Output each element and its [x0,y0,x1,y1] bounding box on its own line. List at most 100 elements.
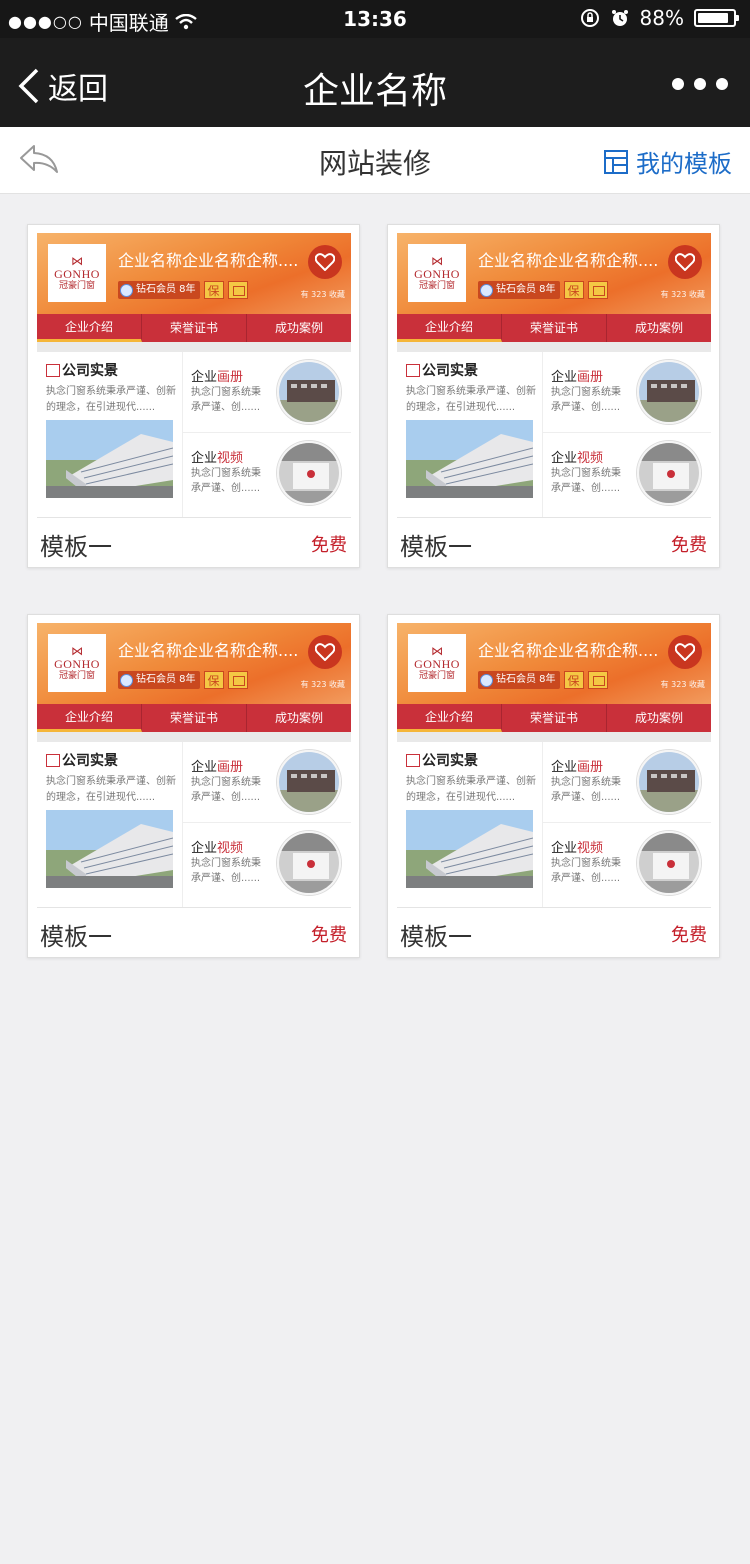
diamond-icon [480,673,493,687]
template-price: 免费 [671,925,707,946]
template-card[interactable]: ⋈ GONHO 冠豪门窗 企业名称企业名称企称.... 钻石会员 8年 保 有 … [387,614,720,958]
preview-tab: 企业介绍 [37,314,142,342]
nav-bar: 返回 企业名称 [0,38,750,127]
favorite-count: 有 323 收藏 [300,680,345,689]
building-icon [406,753,420,767]
toolbar: 网站装修 我的模板 [0,127,750,194]
preview-tab: 荣誉证书 [142,314,247,342]
guarantee-badge: 保 [203,671,224,689]
company-photos-section: 公司实景 执念门窗系统秉承严谨、创新的理念，在引进现代...... [397,352,542,517]
template-name: 模板一 [400,533,472,561]
album-section: 企业画册 执念门窗系统秉承严谨、创...... [183,352,351,432]
favorite-button [668,245,702,279]
company-name: 企业名称企业名称企称.... [118,641,298,660]
company-logo: ⋈ GONHO 冠豪门窗 [408,634,466,692]
favorite-count: 有 323 收藏 [300,290,345,299]
video-section: 企业视频 执念门窗系统秉承严谨、创...... [183,432,351,512]
preview-banner: ⋈ GONHO 冠豪门窗 企业名称企业名称企称.... 钻石会员 8年 保 有 … [37,233,351,314]
factory-photo [46,420,173,498]
preview-tab: 企业介绍 [37,704,142,732]
preview-banner: ⋈ GONHO 冠豪门窗 企业名称企业名称企称.... 钻石会员 8年 保 有 … [397,623,711,704]
building-icon [46,753,60,767]
favorite-count: 有 323 收藏 [660,680,705,689]
template-preview: ⋈ GONHO 冠豪门窗 企业名称企业名称企称.... 钻石会员 8年 保 有 … [37,623,351,907]
preview-tab: 成功案例 [274,711,323,725]
company-photos-section: 公司实景 执念门窗系统秉承严谨、创新的理念，在引进现代...... [397,742,542,907]
certificate-icon [587,281,608,299]
template-name: 模板一 [400,923,472,951]
member-badge: 钻石会员 8年 [478,671,560,689]
album-photo [637,360,701,424]
favorite-count: 有 323 收藏 [660,290,705,299]
favorite-button [668,635,702,669]
company-logo: ⋈ GONHO 冠豪门窗 [48,244,106,302]
album-photo [277,750,341,814]
member-badge: 钻石会员 8年 [478,281,560,299]
preview-tabs: 企业介绍 荣誉证书 成功案例 [37,704,351,732]
building-icon [406,363,420,377]
template-name: 模板一 [40,923,112,951]
heart-icon [675,643,695,661]
template-name: 模板一 [40,533,112,561]
template-preview: ⋈ GONHO 冠豪门窗 企业名称企业名称企称.... 钻石会员 8年 保 有 … [397,623,711,907]
heart-icon [675,253,695,271]
template-price: 免费 [311,925,347,946]
diamond-icon [120,673,133,687]
video-thumbnail [637,831,701,895]
preview-tab: 荣誉证书 [502,704,607,732]
preview-tabs: 企业介绍 荣誉证书 成功案例 [37,314,351,342]
company-logo: ⋈ GONHO 冠豪门窗 [48,634,106,692]
certificate-icon [227,671,248,689]
my-templates-label: 我的模板 [636,150,732,178]
diamond-icon [120,283,133,297]
preview-tab: 荣誉证书 [142,704,247,732]
video-thumbnail [277,441,341,505]
guarantee-badge: 保 [563,671,584,689]
preview-tab: 企业介绍 [397,314,502,342]
heart-icon [315,643,335,661]
alarm-icon [611,10,628,26]
rotation-lock-icon [580,9,599,27]
favorite-button [308,635,342,669]
battery-icon [694,9,739,27]
template-list-icon [604,149,628,174]
template-card[interactable]: ⋈ GONHO 冠豪门窗 企业名称企业名称企称.... 钻石会员 8年 保 有 … [27,614,360,958]
company-name: 企业名称企业名称企称.... [478,251,658,270]
company-name: 企业名称企业名称企称.... [478,641,658,660]
more-button[interactable] [672,78,728,90]
album-section: 企业画册 执念门窗系统秉承严谨、创...... [183,742,351,822]
status-bar: ●●●○○ 中国联通 13:36 88% [0,0,750,38]
template-preview: ⋈ GONHO 冠豪门窗 企业名称企业名称企称.... 钻石会员 8年 保 有 … [37,233,351,517]
video-section: 企业视频 执念门窗系统秉承严谨、创...... [543,822,711,902]
member-badge: 钻石会员 8年 [118,281,200,299]
certificate-icon [227,281,248,299]
guarantee-badge: 保 [203,281,224,299]
preview-tab: 荣誉证书 [502,314,607,342]
video-section: 企业视频 执念门窗系统秉承严谨、创...... [183,822,351,902]
preview-banner: ⋈ GONHO 冠豪门窗 企业名称企业名称企称.... 钻石会员 8年 保 有 … [397,233,711,314]
preview-tab: 成功案例 [274,321,323,335]
video-thumbnail [637,441,701,505]
battery-percent: 88% [639,6,684,30]
company-name: 企业名称企业名称企称.... [118,251,298,270]
heart-icon [315,253,335,271]
template-price: 免费 [671,535,707,556]
member-badge: 钻石会员 8年 [118,671,200,689]
video-section: 企业视频 执念门窗系统秉承严谨、创...... [543,432,711,512]
page-title: 企业名称 [302,71,447,112]
factory-photo [46,810,173,888]
company-logo: ⋈ GONHO 冠豪门窗 [408,244,466,302]
guarantee-badge: 保 [563,281,584,299]
template-card[interactable]: ⋈ GONHO 冠豪门窗 企业名称企业名称企称.... 钻石会员 8年 保 有 … [27,224,360,568]
album-section: 企业画册 执念门窗系统秉承严谨、创...... [543,742,711,822]
preview-tab: 企业介绍 [397,704,502,732]
preview-banner: ⋈ GONHO 冠豪门窗 企业名称企业名称企称.... 钻石会员 8年 保 有 … [37,623,351,704]
my-templates-button[interactable]: 我的模板 [604,144,732,179]
preview-tabs: 企业介绍 荣誉证书 成功案例 [397,704,711,732]
template-price: 免费 [311,535,347,556]
certificate-icon [587,671,608,689]
company-photos-section: 公司实景 执念门窗系统秉承严谨、创新的理念，在引进现代...... [37,352,182,517]
album-section: 企业画册 执念门窗系统秉承严谨、创...... [543,352,711,432]
template-card[interactable]: ⋈ GONHO 冠豪门窗 企业名称企业名称企称.... 钻石会员 8年 保 有 … [387,224,720,568]
preview-tabs: 企业介绍 荣誉证书 成功案例 [397,314,711,342]
